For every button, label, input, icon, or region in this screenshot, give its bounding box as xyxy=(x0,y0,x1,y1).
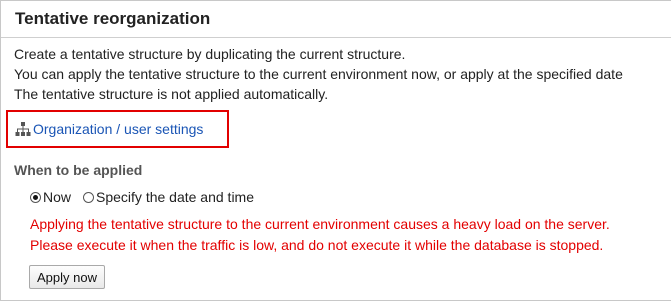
radio-specify-date-label[interactable]: Specify the date and time xyxy=(96,189,254,205)
description-line-3: The tentative structure is not applied a… xyxy=(14,86,329,102)
apply-timing-radio-group: Now Specify the date and time xyxy=(30,189,254,205)
radio-specify-date-indicator[interactable] xyxy=(83,191,95,203)
when-to-apply-label: When to be applied xyxy=(14,162,143,178)
highlight-box: Organization / user settings xyxy=(6,110,229,148)
org-chart-icon xyxy=(15,121,31,137)
warning-line-1: Applying the tentative structure to the … xyxy=(30,216,610,232)
org-user-settings-link[interactable]: Organization / user settings xyxy=(15,121,203,137)
description-line-1: Create a tentative structure by duplicat… xyxy=(14,46,406,62)
radio-now-label[interactable]: Now xyxy=(43,189,71,205)
page-title: Tentative reorganization xyxy=(15,9,211,28)
org-user-settings-link-label[interactable]: Organization / user settings xyxy=(33,121,203,137)
radio-now-indicator[interactable] xyxy=(30,191,41,203)
radio-now[interactable]: Now xyxy=(30,189,71,205)
warning-line-2: Please execute it when the traffic is lo… xyxy=(30,237,604,253)
title-bar: Tentative reorganization xyxy=(1,1,671,38)
description-line-2: You can apply the tentative structure to… xyxy=(14,66,623,82)
apply-now-button[interactable]: Apply now xyxy=(29,265,105,289)
radio-specify-date[interactable]: Specify the date and time xyxy=(83,189,254,205)
